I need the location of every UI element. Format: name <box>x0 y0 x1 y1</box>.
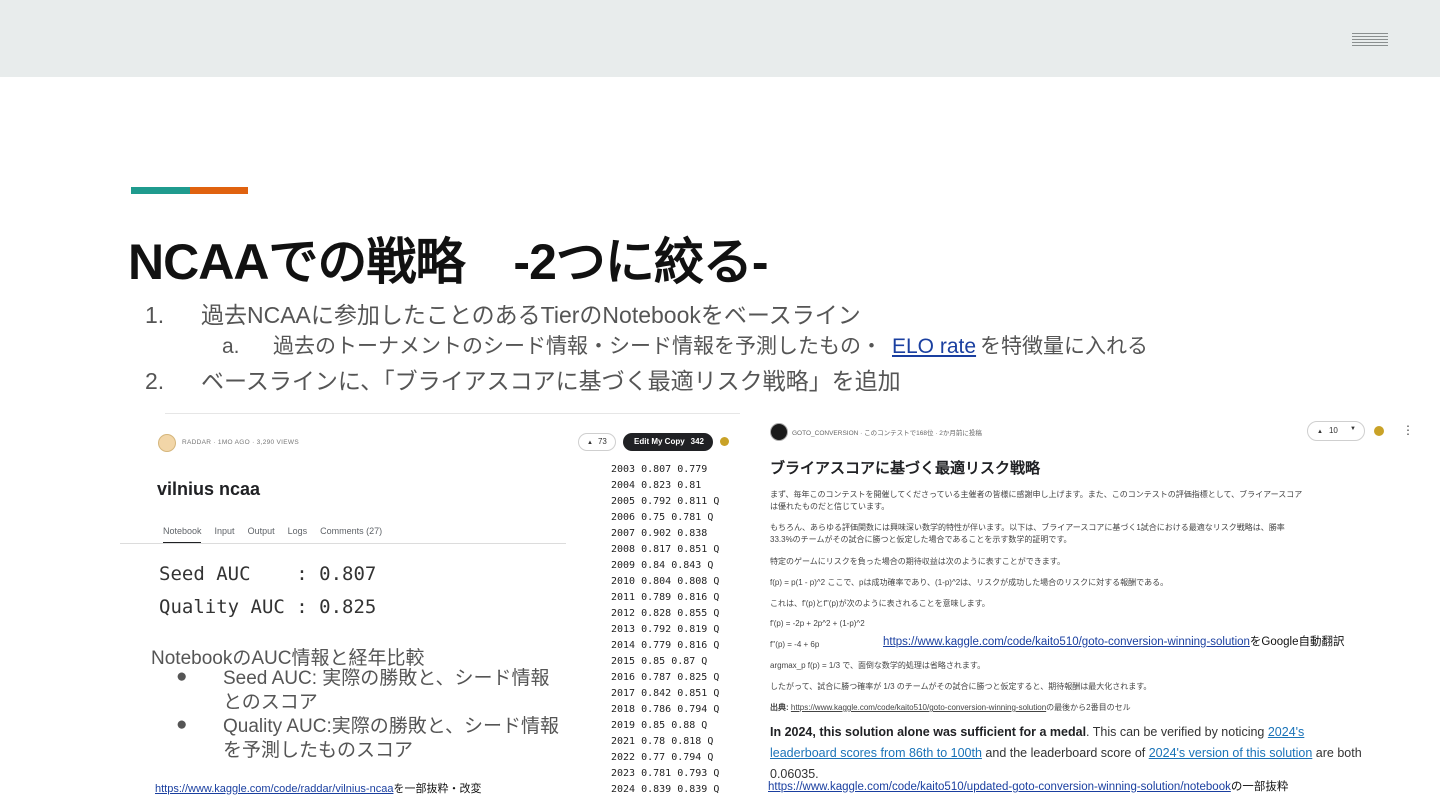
upvote-button[interactable]: ▲ 10 ▼ <box>1307 421 1365 441</box>
outline-subitem-a: a. 過去のトーナメントのシード情報・シード情報を予測したもの・ ELO rate を… <box>222 335 1149 358</box>
avatar <box>158 434 176 452</box>
post-paragraph: これは、f'(p)とf''(p)が次のように表されることを意味します。 <box>770 599 990 608</box>
auc-year-row: 2016 0.787 0.825 Q <box>611 672 720 683</box>
post-paragraph: まず、毎年このコンテストを開催してくださっている主催者の皆様に感謝申し上げます。… <box>770 490 1303 511</box>
post-equation: f''(p) = -4 + 6p <box>770 640 820 649</box>
tab-notebook[interactable]: Notebook <box>163 526 202 536</box>
goto-conversion-link[interactable]: https://www.kaggle.com/code/kaito510/got… <box>883 636 1250 648</box>
auc-year-row: 2009 0.84 0.843 Q <box>611 560 714 571</box>
english-post-excerpt: In 2024, this solution alone was suffici… <box>770 725 1362 781</box>
author-meta: RADDAR · 1MO AGO · 3,290 VIEWS <box>182 439 299 446</box>
post-equation: f(p) = p(1 - p)^2 ここで、pは成功確率であり、(1-p)^2は… <box>770 578 1169 587</box>
quality-auc-output: Quality AUC : 0.825 <box>159 596 377 618</box>
post-title: ブライアスコアに基づく最適リスク戦略 <box>770 460 1041 477</box>
accent-bar-orange <box>190 187 248 194</box>
caret-up-icon: ▲ <box>587 440 593 446</box>
upvote-button[interactable]: ▲ 73 <box>578 433 616 451</box>
bullet-icon: ● <box>176 666 188 687</box>
right-source-caption: https://www.kaggle.com/code/kaito510/upd… <box>768 781 1289 793</box>
edit-my-copy-button[interactable]: Edit My Copy 342 <box>623 433 713 451</box>
seed-auc-output: Seed AUC : 0.807 <box>159 563 377 585</box>
translation-caption: https://www.kaggle.com/code/kaito510/got… <box>883 636 1345 648</box>
auc-year-row: 2018 0.786 0.794 Q <box>611 704 720 715</box>
post-paragraph: 特定のゲームにリスクを負った場合の期待収益は次のように表すことができます。 <box>770 557 1065 566</box>
auc-year-row: 2005 0.792 0.811 Q <box>611 496 720 507</box>
auc-year-row: 2012 0.828 0.855 Q <box>611 608 720 619</box>
post-source-line: 出典: https://www.kaggle.com/code/kaito510… <box>770 703 1131 712</box>
avatar <box>770 423 788 441</box>
auc-year-row: 2023 0.781 0.793 Q <box>611 768 720 779</box>
slide-title: NCAAでの戦略 -2つに絞る- <box>128 234 769 290</box>
medal-icon <box>1374 426 1384 436</box>
bullet-icon: ● <box>176 714 188 735</box>
divider <box>120 543 566 544</box>
auc-year-row: 2022 0.77 0.794 Q <box>611 752 714 763</box>
auc-year-row: 2024 0.839 0.839 Q <box>611 784 720 795</box>
auc-year-row: 2011 0.789 0.816 Q <box>611 592 720 603</box>
tab-input[interactable]: Input <box>215 526 235 536</box>
tab-comments[interactable]: Comments (27) <box>320 526 382 536</box>
more-options-icon[interactable]: ⋮ <box>1402 423 1414 437</box>
auc-year-row: 2015 0.85 0.87 Q <box>611 656 708 667</box>
post-equation: argmax_p f(p) = 1/3 で、面倒な数学的処理は省略されます。 <box>770 661 986 670</box>
tab-logs[interactable]: Logs <box>288 526 308 536</box>
post-equation: f'(p) = -2p + 2p^2 + (1-p)^2 <box>770 619 865 628</box>
post-paragraph: もちろん、あらゆる評価関数には興味深い数学的特性が伴います。以下は、ブライアース… <box>770 523 1285 544</box>
notebook-title: vilnius ncaa <box>157 479 261 499</box>
caret-up-icon: ▲ <box>1317 429 1323 435</box>
solution-version-link[interactable]: 2024's version of this solution <box>1149 746 1313 760</box>
auc-year-row: 2004 0.823 0.81 <box>611 480 702 491</box>
notes-heading: NotebookのAUC情報と経年比較 <box>151 648 425 669</box>
caret-down-icon[interactable]: ▼ <box>1350 426 1356 432</box>
solution-source-link[interactable]: https://www.kaggle.com/code/kaito510/got… <box>791 703 1046 712</box>
auc-year-row: 2014 0.779 0.816 Q <box>611 640 720 651</box>
auc-year-row: 2013 0.792 0.819 Q <box>611 624 720 635</box>
auc-year-row: 2003 0.807 0.779 <box>611 464 708 475</box>
auc-year-row: 2006 0.75 0.781 Q <box>611 512 714 523</box>
outline-item-2: 2. ベースラインに、「ブライアスコアに基づく最適リスク戦略」を追加 <box>145 368 901 394</box>
raddar-notebook-link[interactable]: https://www.kaggle.com/code/raddar/vilni… <box>155 783 393 795</box>
medal-icon <box>720 437 729 446</box>
yearly-auc-output: 2003 0.807 0.779 2004 0.823 0.81 2005 0.79… <box>611 462 719 798</box>
accent-bar-teal <box>131 187 190 194</box>
auc-year-row: 2008 0.817 0.851 Q <box>611 544 720 555</box>
divider <box>165 413 740 414</box>
elo-rate-link[interactable]: ELO rate <box>892 335 976 358</box>
auc-year-row: 2010 0.804 0.808 Q <box>611 576 720 587</box>
auc-year-row: 2019 0.85 0.88 Q <box>611 720 708 731</box>
outline-item-1: 1. 過去NCAAに参加したことのあるTierのNotebookをベースライン <box>145 302 861 328</box>
top-bar <box>0 0 1440 77</box>
post-paragraph: したがって、試合に勝つ確率が 1/3 のチームがその試合に勝つと仮定すると、期待… <box>770 682 1152 691</box>
auc-year-row: 2021 0.78 0.818 Q <box>611 736 714 747</box>
hamburger-menu-icon[interactable] <box>1352 31 1390 49</box>
left-source-caption: https://www.kaggle.com/code/raddar/vilni… <box>155 783 482 795</box>
notebook-tabs: Notebook Input Output Logs Comments (27) <box>163 526 395 536</box>
auc-year-row: 2017 0.842 0.851 Q <box>611 688 720 699</box>
author-meta: GOTO_CONVERSION · このコンテストで168位 · 2か月前に投稿 <box>792 430 982 437</box>
updated-solution-link[interactable]: https://www.kaggle.com/code/kaito510/upd… <box>768 781 1231 793</box>
tab-output[interactable]: Output <box>248 526 275 536</box>
auc-year-row: 2007 0.902 0.838 <box>611 528 708 539</box>
